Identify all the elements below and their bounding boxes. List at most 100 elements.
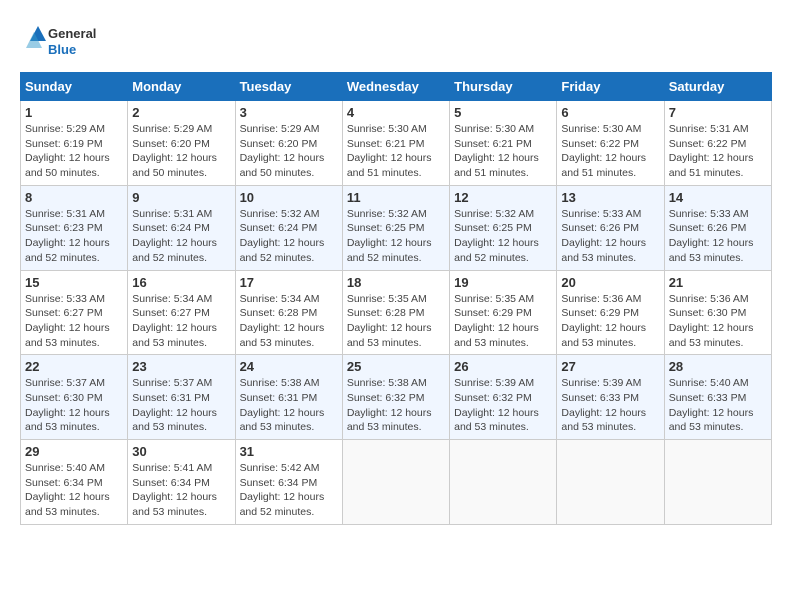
sunrise-label: Sunrise: 5:32 AM (454, 208, 534, 220)
daylight-label: Daylight: 12 hours and 53 minutes. (561, 322, 646, 349)
calendar-cell: 21 Sunrise: 5:36 AM Sunset: 6:30 PM Dayl… (664, 270, 771, 355)
day-info: Sunrise: 5:42 AM Sunset: 6:34 PM Dayligh… (240, 461, 338, 520)
day-number: 8 (25, 190, 123, 205)
daylight-label: Daylight: 12 hours and 51 minutes. (561, 152, 646, 179)
daylight-label: Daylight: 12 hours and 51 minutes. (669, 152, 754, 179)
day-info: Sunrise: 5:31 AM Sunset: 6:24 PM Dayligh… (132, 207, 230, 266)
daylight-label: Daylight: 12 hours and 53 minutes. (454, 322, 539, 349)
sunset-label: Sunset: 6:30 PM (25, 392, 103, 404)
sunset-label: Sunset: 6:24 PM (240, 222, 318, 234)
calendar-cell: 28 Sunrise: 5:40 AM Sunset: 6:33 PM Dayl… (664, 355, 771, 440)
day-info: Sunrise: 5:40 AM Sunset: 6:33 PM Dayligh… (669, 376, 767, 435)
sunrise-label: Sunrise: 5:37 AM (132, 377, 212, 389)
day-info: Sunrise: 5:30 AM Sunset: 6:21 PM Dayligh… (454, 122, 552, 181)
sunrise-label: Sunrise: 5:29 AM (132, 123, 212, 135)
sunrise-label: Sunrise: 5:42 AM (240, 462, 320, 474)
sunrise-label: Sunrise: 5:36 AM (561, 293, 641, 305)
sunset-label: Sunset: 6:23 PM (25, 222, 103, 234)
day-info: Sunrise: 5:33 AM Sunset: 6:26 PM Dayligh… (561, 207, 659, 266)
calendar-week-row: 1 Sunrise: 5:29 AM Sunset: 6:19 PM Dayli… (21, 101, 772, 186)
daylight-label: Daylight: 12 hours and 53 minutes. (347, 322, 432, 349)
sunrise-label: Sunrise: 5:35 AM (454, 293, 534, 305)
daylight-label: Daylight: 12 hours and 52 minutes. (240, 237, 325, 264)
daylight-label: Daylight: 12 hours and 53 minutes. (561, 407, 646, 434)
calendar-cell: 16 Sunrise: 5:34 AM Sunset: 6:27 PM Dayl… (128, 270, 235, 355)
calendar-cell: 14 Sunrise: 5:33 AM Sunset: 6:26 PM Dayl… (664, 185, 771, 270)
daylight-label: Daylight: 12 hours and 52 minutes. (240, 491, 325, 518)
day-info: Sunrise: 5:38 AM Sunset: 6:31 PM Dayligh… (240, 376, 338, 435)
daylight-label: Daylight: 12 hours and 53 minutes. (347, 407, 432, 434)
svg-text:General: General (48, 26, 96, 41)
day-number: 15 (25, 275, 123, 290)
sunset-label: Sunset: 6:31 PM (132, 392, 210, 404)
sunrise-label: Sunrise: 5:39 AM (561, 377, 641, 389)
day-info: Sunrise: 5:37 AM Sunset: 6:30 PM Dayligh… (25, 376, 123, 435)
sunset-label: Sunset: 6:32 PM (454, 392, 532, 404)
sunset-label: Sunset: 6:22 PM (669, 138, 747, 150)
day-number: 30 (132, 444, 230, 459)
calendar-table: SundayMondayTuesdayWednesdayThursdayFrid… (20, 72, 772, 525)
sunrise-label: Sunrise: 5:30 AM (454, 123, 534, 135)
day-number: 23 (132, 359, 230, 374)
calendar-cell: 9 Sunrise: 5:31 AM Sunset: 6:24 PM Dayli… (128, 185, 235, 270)
sunset-label: Sunset: 6:28 PM (240, 307, 318, 319)
daylight-label: Daylight: 12 hours and 53 minutes. (25, 322, 110, 349)
day-info: Sunrise: 5:31 AM Sunset: 6:23 PM Dayligh… (25, 207, 123, 266)
calendar-cell (450, 440, 557, 525)
sunset-label: Sunset: 6:31 PM (240, 392, 318, 404)
calendar-cell: 23 Sunrise: 5:37 AM Sunset: 6:31 PM Dayl… (128, 355, 235, 440)
daylight-label: Daylight: 12 hours and 50 minutes. (25, 152, 110, 179)
sunset-label: Sunset: 6:20 PM (132, 138, 210, 150)
daylight-label: Daylight: 12 hours and 53 minutes. (132, 322, 217, 349)
daylight-label: Daylight: 12 hours and 52 minutes. (347, 237, 432, 264)
calendar-cell: 27 Sunrise: 5:39 AM Sunset: 6:33 PM Dayl… (557, 355, 664, 440)
day-number: 2 (132, 105, 230, 120)
sunset-label: Sunset: 6:34 PM (240, 477, 318, 489)
sunset-label: Sunset: 6:34 PM (25, 477, 103, 489)
sunset-label: Sunset: 6:24 PM (132, 222, 210, 234)
calendar-cell: 22 Sunrise: 5:37 AM Sunset: 6:30 PM Dayl… (21, 355, 128, 440)
day-number: 11 (347, 190, 445, 205)
sunset-label: Sunset: 6:21 PM (347, 138, 425, 150)
sunrise-label: Sunrise: 5:34 AM (132, 293, 212, 305)
day-number: 20 (561, 275, 659, 290)
day-number: 18 (347, 275, 445, 290)
sunrise-label: Sunrise: 5:29 AM (240, 123, 320, 135)
day-number: 29 (25, 444, 123, 459)
sunset-label: Sunset: 6:27 PM (25, 307, 103, 319)
calendar-week-row: 8 Sunrise: 5:31 AM Sunset: 6:23 PM Dayli… (21, 185, 772, 270)
calendar-week-row: 22 Sunrise: 5:37 AM Sunset: 6:30 PM Dayl… (21, 355, 772, 440)
day-number: 14 (669, 190, 767, 205)
day-info: Sunrise: 5:33 AM Sunset: 6:27 PM Dayligh… (25, 292, 123, 351)
calendar-cell: 3 Sunrise: 5:29 AM Sunset: 6:20 PM Dayli… (235, 101, 342, 186)
calendar-cell: 29 Sunrise: 5:40 AM Sunset: 6:34 PM Dayl… (21, 440, 128, 525)
sunrise-label: Sunrise: 5:30 AM (561, 123, 641, 135)
day-number: 4 (347, 105, 445, 120)
day-number: 26 (454, 359, 552, 374)
day-info: Sunrise: 5:34 AM Sunset: 6:28 PM Dayligh… (240, 292, 338, 351)
calendar-cell: 1 Sunrise: 5:29 AM Sunset: 6:19 PM Dayli… (21, 101, 128, 186)
logo: General Blue (20, 20, 120, 62)
day-number: 12 (454, 190, 552, 205)
calendar-cell: 18 Sunrise: 5:35 AM Sunset: 6:28 PM Dayl… (342, 270, 449, 355)
day-info: Sunrise: 5:36 AM Sunset: 6:29 PM Dayligh… (561, 292, 659, 351)
column-header-friday: Friday (557, 73, 664, 101)
sunset-label: Sunset: 6:29 PM (561, 307, 639, 319)
day-info: Sunrise: 5:32 AM Sunset: 6:25 PM Dayligh… (347, 207, 445, 266)
day-number: 6 (561, 105, 659, 120)
sunrise-label: Sunrise: 5:31 AM (25, 208, 105, 220)
sunset-label: Sunset: 6:30 PM (669, 307, 747, 319)
daylight-label: Daylight: 12 hours and 50 minutes. (240, 152, 325, 179)
daylight-label: Daylight: 12 hours and 53 minutes. (132, 407, 217, 434)
day-info: Sunrise: 5:39 AM Sunset: 6:33 PM Dayligh… (561, 376, 659, 435)
day-number: 21 (669, 275, 767, 290)
day-number: 27 (561, 359, 659, 374)
sunrise-label: Sunrise: 5:35 AM (347, 293, 427, 305)
day-info: Sunrise: 5:30 AM Sunset: 6:22 PM Dayligh… (561, 122, 659, 181)
calendar-cell: 10 Sunrise: 5:32 AM Sunset: 6:24 PM Dayl… (235, 185, 342, 270)
column-header-thursday: Thursday (450, 73, 557, 101)
sunrise-label: Sunrise: 5:31 AM (669, 123, 749, 135)
daylight-label: Daylight: 12 hours and 53 minutes. (669, 407, 754, 434)
calendar-cell: 11 Sunrise: 5:32 AM Sunset: 6:25 PM Dayl… (342, 185, 449, 270)
column-header-sunday: Sunday (21, 73, 128, 101)
